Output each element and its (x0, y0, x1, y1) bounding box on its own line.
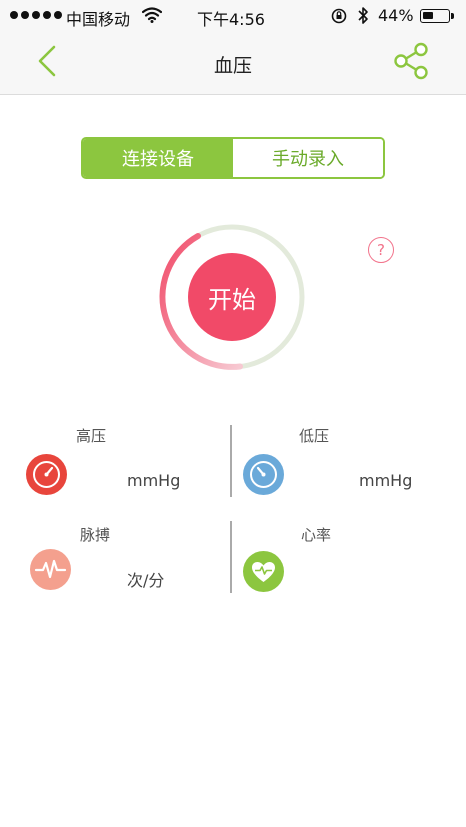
help-icon[interactable]: ? (368, 237, 394, 263)
mode-segmented-control: 连接设备 手动录入 (81, 137, 385, 179)
carrier-name: 中国移动 (66, 10, 131, 29)
orientation-lock-icon (331, 8, 347, 24)
diastolic-unit: mmHg (359, 471, 413, 490)
battery-icon (420, 9, 450, 23)
systolic-label: 高压 (76, 427, 107, 445)
tab-connect-device[interactable]: 连接设备 (83, 139, 233, 177)
systolic-unit: mmHg (127, 471, 181, 490)
bluetooth-icon (358, 7, 368, 24)
battery-tip (451, 13, 454, 19)
wifi-icon (142, 7, 162, 23)
signal-strength-icon (10, 11, 62, 19)
metrics-divider-top (230, 425, 232, 497)
diastolic-gauge-icon (243, 454, 284, 495)
clock: 下午4:56 (197, 10, 265, 29)
systolic-gauge-icon (26, 454, 67, 495)
pulse-label: 脉搏 (80, 526, 111, 544)
pulse-unit: 次/分 (127, 571, 165, 590)
diastolic-label: 低压 (299, 427, 330, 445)
pulse-waveform-icon (30, 549, 71, 590)
tab-manual-entry[interactable]: 手动录入 (233, 139, 383, 177)
battery-percentage: 44% (378, 6, 414, 25)
heart-icon (243, 551, 284, 592)
metrics-divider-bottom (230, 521, 232, 593)
heart-rate-label: 心率 (301, 526, 332, 544)
share-icon[interactable] (392, 42, 430, 80)
start-button[interactable]: 开始 (188, 253, 276, 341)
